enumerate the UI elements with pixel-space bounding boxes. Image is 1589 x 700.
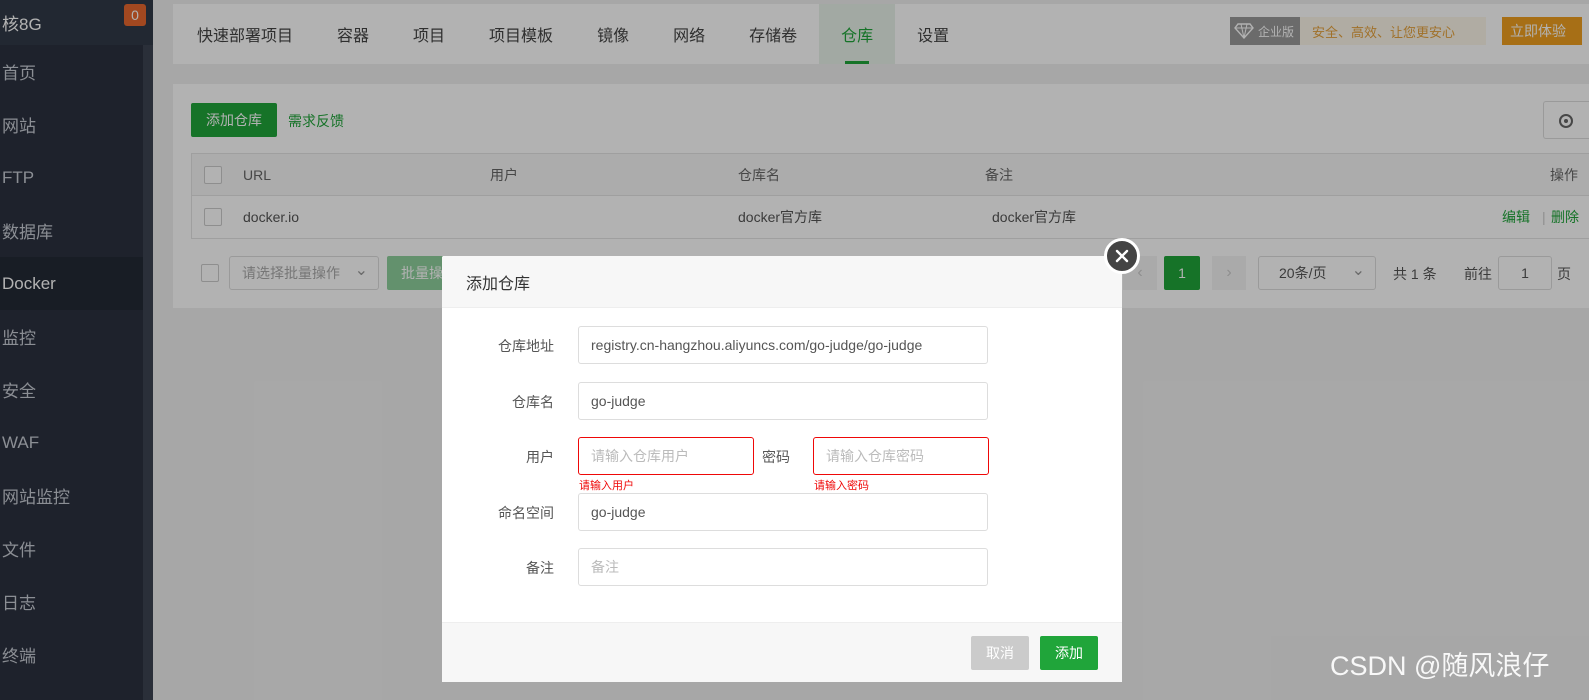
add-registry-dialog: 添加仓库 仓库地址 registry.cn-hangzhou.aliyuncs.… bbox=[442, 238, 1140, 682]
add-button[interactable]: 添加 bbox=[1040, 636, 1098, 670]
remark-label: 备注 bbox=[526, 560, 554, 576]
namespace-label: 命名空间 bbox=[498, 505, 554, 521]
name-label: 仓库名 bbox=[512, 394, 554, 410]
dialog-footer: 取消 添加 bbox=[442, 622, 1122, 682]
user-error: 请输入用户 bbox=[579, 480, 634, 492]
cancel-button[interactable]: 取消 bbox=[971, 636, 1029, 670]
dialog-title: 添加仓库 bbox=[442, 256, 1122, 308]
registry-name-input[interactable]: go-judge bbox=[578, 382, 988, 420]
watermark: CSDN @随风浪仔 bbox=[1330, 651, 1550, 681]
namespace-input[interactable]: go-judge bbox=[578, 493, 988, 531]
close-button[interactable] bbox=[1104, 238, 1140, 274]
address-label: 仓库地址 bbox=[498, 338, 554, 354]
password-input[interactable]: 请输入仓库密码 bbox=[813, 437, 989, 475]
password-label: 密码 bbox=[762, 449, 790, 465]
password-error: 请输入密码 bbox=[814, 480, 869, 492]
user-label: 用户 bbox=[526, 449, 554, 465]
remark-input[interactable]: 备注 bbox=[578, 548, 988, 586]
address-input[interactable]: registry.cn-hangzhou.aliyuncs.com/go-jud… bbox=[578, 326, 988, 364]
close-icon bbox=[1115, 249, 1129, 263]
